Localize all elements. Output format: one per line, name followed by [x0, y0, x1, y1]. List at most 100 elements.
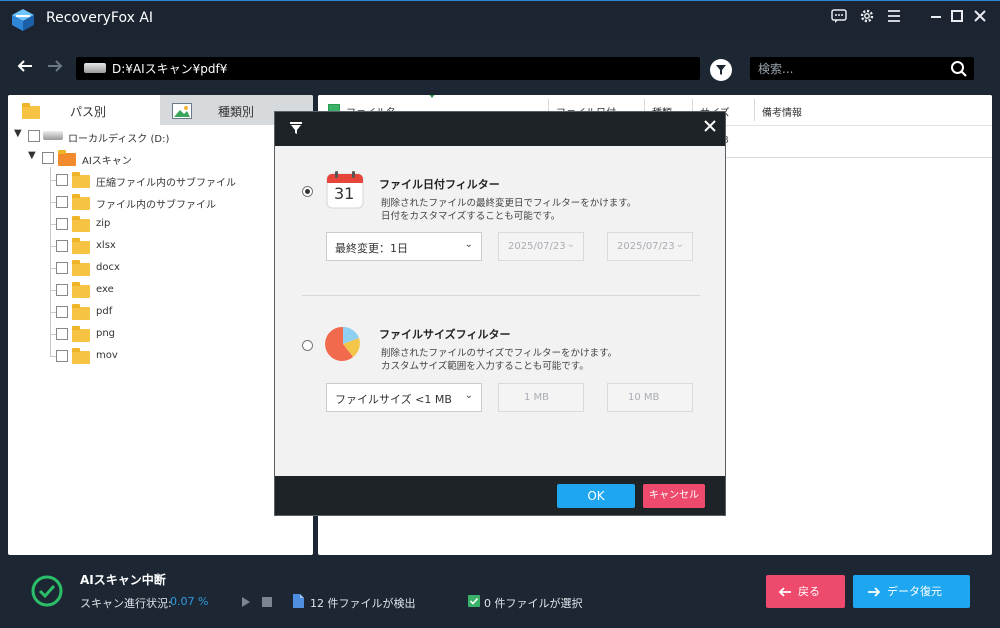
- minimize-icon[interactable]: [925, 8, 947, 30]
- app-title: RecoveryFox AI: [46, 10, 154, 26]
- column-note[interactable]: 備考情報: [762, 104, 802, 119]
- size-filter-desc: 削除されたファイルのサイズでフィルターをかけます。: [381, 348, 618, 359]
- date-filter-radio[interactable]: [302, 186, 313, 197]
- tree-label: zip: [96, 218, 111, 229]
- checkbox[interactable]: [56, 306, 68, 318]
- checkbox[interactable]: [56, 262, 68, 274]
- tree-item[interactable]: zip: [8, 213, 313, 235]
- chevron-down-icon: ⌄: [675, 239, 684, 250]
- date-from-value: 2025/07/23: [508, 241, 566, 252]
- back-arrow-icon: [778, 587, 791, 597]
- folder-icon: [22, 103, 40, 119]
- maximize-icon[interactable]: [946, 8, 968, 30]
- drive-icon: [84, 63, 106, 73]
- tree-label: mov: [96, 350, 118, 361]
- checkbox[interactable]: [56, 328, 68, 340]
- date-filter-desc: 削除されたファイルの最終変更日でフィルターをかけます。: [381, 198, 637, 209]
- settings-icon[interactable]: [856, 8, 878, 30]
- play-icon[interactable]: [241, 596, 251, 608]
- recover-button-label: データ復元: [887, 585, 942, 598]
- stop-icon[interactable]: [262, 597, 272, 607]
- checkbox[interactable]: [28, 130, 40, 142]
- section-divider: [302, 295, 700, 296]
- tree-label: png: [96, 328, 116, 339]
- checkbox[interactable]: [56, 196, 68, 208]
- date-from-field[interactable]: 2025/07/23 ⌄: [498, 232, 584, 261]
- folder-icon: [72, 172, 90, 188]
- scan-status-title: AIスキャン中断: [80, 573, 166, 587]
- search-input[interactable]: [750, 57, 946, 80]
- checkbox[interactable]: [56, 240, 68, 252]
- forward-arrow-icon[interactable]: [44, 57, 66, 79]
- folder-icon: [72, 326, 90, 342]
- expand-arrow-icon[interactable]: ▼: [14, 128, 22, 139]
- back-button[interactable]: 戻る: [766, 575, 845, 608]
- dialog-body: 31 ファイル日付フィルター 削除されたファイルの最終変更日でフィルターをかけま…: [275, 146, 725, 476]
- close-icon[interactable]: [969, 8, 991, 30]
- menu-icon[interactable]: [883, 8, 905, 30]
- back-arrow-icon[interactable]: [14, 57, 36, 79]
- size-filter-radio[interactable]: [302, 340, 313, 351]
- recover-button[interactable]: データ復元: [853, 575, 970, 608]
- tree-label: ローカルディスク (D:): [68, 134, 170, 145]
- search-icon[interactable]: [950, 60, 968, 78]
- date-range-value: 最終変更：1日: [335, 242, 408, 255]
- progress-label: スキャン進行状況:: [80, 597, 172, 610]
- size-min-field[interactable]: 1 MB: [498, 383, 584, 412]
- document-icon: [293, 594, 304, 608]
- checkbox[interactable]: [56, 350, 68, 362]
- app-logo-icon: [12, 9, 34, 31]
- tree-item[interactable]: docx: [8, 257, 313, 279]
- tree-item[interactable]: png: [8, 323, 313, 345]
- folder-icon: [72, 304, 90, 320]
- size-filter-desc: カスタムサイズ範囲を入力することも可能です。: [381, 361, 589, 372]
- tab-path[interactable]: パス別: [8, 95, 160, 125]
- filter-icon: [290, 122, 302, 134]
- check-circle-icon: [31, 575, 63, 607]
- date-to-field[interactable]: 2025/07/23 ⌄: [607, 232, 693, 261]
- path-bar[interactable]: D:¥AIスキャン¥pdf¥: [76, 57, 700, 80]
- checkbox[interactable]: [42, 152, 54, 164]
- size-range-select[interactable]: ファイルサイズ <1 MB ⌄: [326, 383, 482, 412]
- tree-row-drive[interactable]: ▼ ローカルディスク (D:): [8, 125, 313, 147]
- tree-label: docx: [96, 262, 120, 273]
- size-range-value: ファイルサイズ <1 MB: [335, 393, 452, 406]
- cancel-button[interactable]: キャンセル: [643, 484, 705, 508]
- size-max-field[interactable]: 10 MB: [607, 383, 693, 412]
- size-min-value: 1 MB: [524, 392, 550, 403]
- tree-label: ファイル内のサブファイル: [96, 200, 216, 211]
- tab-path-label: パス別: [70, 105, 107, 119]
- pie-chart-icon: [325, 326, 360, 361]
- date-filter-title: ファイル日付フィルター: [379, 178, 500, 191]
- tree-item[interactable]: exe: [8, 279, 313, 301]
- sort-arrow-icon: [428, 95, 436, 98]
- drive-icon: [43, 131, 63, 140]
- tree-label: 圧縮ファイル内のサブファイル: [96, 178, 236, 189]
- expand-arrow-icon[interactable]: ▼: [28, 150, 36, 161]
- found-count: 12 件ファイルが検出: [310, 597, 416, 610]
- tree-item[interactable]: ファイル内のサブファイル: [8, 191, 313, 213]
- filter-icon[interactable]: [710, 59, 732, 81]
- checkbox[interactable]: [56, 218, 68, 230]
- date-to-value: 2025/07/23: [617, 241, 675, 252]
- status-bar: AIスキャン中断 スキャン進行状況: 0.07 % 12 件ファイルが検出 0 …: [8, 562, 992, 622]
- tree-row-scan[interactable]: ▼ AIスキャン: [8, 147, 313, 169]
- date-range-select[interactable]: 最終変更：1日 ⌄: [326, 232, 482, 261]
- checkbox[interactable]: [56, 284, 68, 296]
- back-button-label: 戻る: [798, 585, 820, 598]
- chevron-down-icon: ⌄: [464, 390, 473, 401]
- feedback-icon[interactable]: [828, 8, 850, 30]
- tree-item[interactable]: 圧縮ファイル内のサブファイル: [8, 169, 313, 191]
- folder-icon: [72, 260, 90, 276]
- folder-icon: [72, 194, 90, 210]
- size-filter-title: ファイルサイズフィルター: [379, 328, 511, 341]
- tree-item[interactable]: pdf: [8, 301, 313, 323]
- dialog-close-icon[interactable]: [703, 119, 717, 133]
- ok-button[interactable]: OK: [557, 484, 635, 508]
- path-text: D:¥AIスキャン¥pdf¥: [112, 62, 228, 76]
- tree-item[interactable]: mov: [8, 345, 313, 367]
- filter-dialog: 31 ファイル日付フィルター 削除されたファイルの最終変更日でフィルターをかけま…: [274, 111, 726, 516]
- folder-icon: [72, 238, 90, 254]
- tree-item[interactable]: xlsx: [8, 235, 313, 257]
- checkbox[interactable]: [56, 174, 68, 186]
